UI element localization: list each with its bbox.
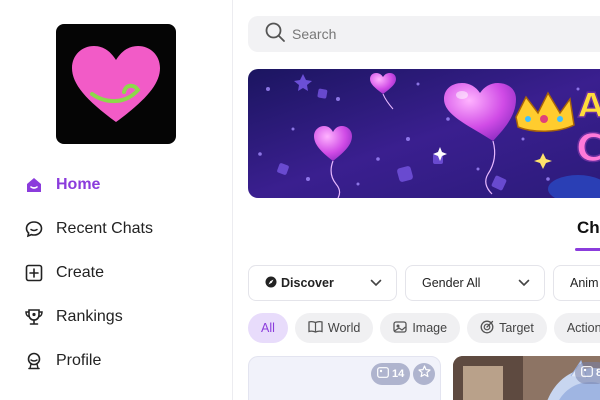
search-bar[interactable] xyxy=(248,16,600,52)
favorite-button[interactable] xyxy=(413,363,435,385)
promo-banner[interactable]: A C xyxy=(248,69,600,198)
image-icon xyxy=(393,320,407,336)
sidebar-item-label: Home xyxy=(56,176,101,193)
chip-label: All xyxy=(261,321,275,335)
image-count-badge: 14 xyxy=(371,363,411,385)
chip-label: Image xyxy=(412,321,448,335)
image-count-badge: 8 xyxy=(575,362,600,384)
chip-label: Target xyxy=(499,321,534,335)
search-icon xyxy=(264,21,286,48)
image-count: 14 xyxy=(392,368,405,380)
sidebar: Home Recent Chats Create Rankings Profil… xyxy=(0,0,233,400)
sidebar-item-home[interactable]: Home xyxy=(24,163,224,207)
anim-dropdown[interactable]: Anim xyxy=(553,265,600,301)
sidebar-item-rankings[interactable]: Rankings xyxy=(24,295,224,339)
gender-dropdown[interactable]: Gender All xyxy=(405,265,545,301)
app-logo[interactable] xyxy=(56,24,176,144)
chip-label: World xyxy=(327,321,361,335)
gender-label: Gender All xyxy=(422,276,481,290)
sidebar-item-label: Recent Chats xyxy=(56,220,153,237)
discover-dropdown[interactable]: Discover xyxy=(248,265,397,301)
chip-action[interactable]: Action xyxy=(553,313,600,343)
search-input[interactable] xyxy=(292,26,552,42)
sidebar-item-recent-chats[interactable]: Recent Chats xyxy=(24,207,224,251)
image-count: 8 xyxy=(596,367,600,379)
star-icon xyxy=(417,365,431,383)
image-icon xyxy=(581,366,593,380)
chip-label: Action xyxy=(566,321,600,335)
svg-text:A: A xyxy=(578,86,600,126)
image-icon xyxy=(377,367,389,381)
sidebar-item-label: Profile xyxy=(56,352,102,369)
sidebar-item-create[interactable]: Create xyxy=(24,251,224,295)
sidebar-item-label: Create xyxy=(56,264,105,281)
target-icon xyxy=(480,320,494,337)
book-icon xyxy=(308,320,323,336)
sidebar-item-profile[interactable]: Profile xyxy=(24,339,224,383)
character-card[interactable]: 8 xyxy=(453,356,600,400)
main-content: A C Cha Discover Gender All Anim All xyxy=(233,0,600,400)
anim-label: Anim xyxy=(570,276,599,290)
chevron-down-icon xyxy=(518,276,530,290)
active-tab-indicator xyxy=(575,248,600,251)
chip-all[interactable]: All xyxy=(248,313,288,343)
chip-image[interactable]: Image xyxy=(380,313,461,343)
trophy-icon xyxy=(24,307,44,327)
chevron-down-icon xyxy=(370,276,382,290)
sidebar-nav: Home Recent Chats Create Rankings Profil… xyxy=(24,163,224,383)
chip-world[interactable]: World xyxy=(294,313,374,343)
sidebar-item-label: Rankings xyxy=(56,308,123,325)
discover-label: Discover xyxy=(281,276,334,290)
character-card[interactable]: 14 xyxy=(248,356,441,400)
user-badge-icon xyxy=(24,351,44,371)
plus-square-icon xyxy=(24,263,44,283)
compass-icon xyxy=(265,276,277,291)
home-icon xyxy=(24,175,44,195)
chip-target[interactable]: Target xyxy=(467,313,547,343)
category-chips: All World Image Target Action xyxy=(248,313,600,343)
chat-bubble-icon xyxy=(24,219,44,239)
tab-characters[interactable]: Cha xyxy=(577,218,600,238)
svg-text:C: C xyxy=(576,126,600,170)
